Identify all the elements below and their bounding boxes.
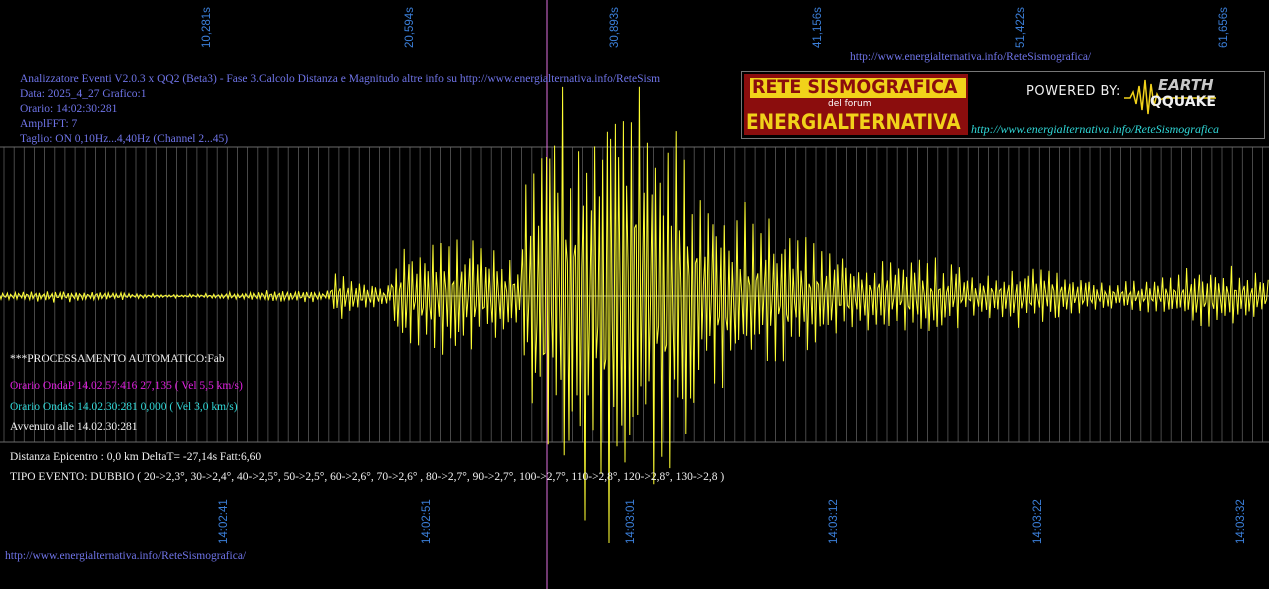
logo-brand-top: EARTH xyxy=(1158,76,1214,94)
header-time: Orario: 14:02:30:281 xyxy=(20,103,118,115)
seconds-tick-label: 51,422s xyxy=(1015,7,1027,48)
seconds-tick-label: 10,281s xyxy=(201,7,213,48)
header-filter: Taglio: ON 0,10Hz...4,40Hz (Channel 2...… xyxy=(20,133,229,145)
time-tick-label: 14:03:01 xyxy=(625,499,637,544)
rete-sismografica-logo: RETE SISMOGRAFICA del forum ENERGIALTERN… xyxy=(741,71,1265,139)
seconds-tick-label: 41,156s xyxy=(812,7,824,48)
p-wave-time: Orario OndaP 14.02.57:416 27,135 ( Vel 5… xyxy=(10,380,243,392)
seconds-tick-label: 20,594s xyxy=(404,7,416,48)
header-title: Analizzatore Eventi V2.0.3 x QQ2 (Beta3)… xyxy=(20,73,661,85)
time-tick-label: 14:03:12 xyxy=(828,499,840,544)
event-type: TIPO EVENTO: DUBBIO ( 20->2,3°, 30->2,4°… xyxy=(10,471,725,483)
time-tick-label: 14:03:32 xyxy=(1235,499,1247,544)
top-url-link[interactable]: http://www.energialternativa.info/ReteSi… xyxy=(850,51,1091,64)
bottom-url-link[interactable]: http://www.energialternativa.info/ReteSi… xyxy=(5,550,246,563)
processing-title: ***PROCESSAMENTO AUTOMATICO:Fab xyxy=(10,353,225,365)
logo-name: ENERGIALTERNATIVA xyxy=(746,110,961,134)
header-amplfft: AmplFFT: 7 xyxy=(20,118,78,130)
logo-powered-by: POWERED BY: xyxy=(1026,84,1121,99)
time-tick-label: 14:02:41 xyxy=(218,499,230,544)
s-wave-time: Orario OndaS 14.02.30:281 0,000 ( Vel 3,… xyxy=(10,401,238,413)
logo-url-link[interactable]: http://www.energialternativa.info/ReteSi… xyxy=(971,122,1219,137)
seconds-tick-label: 61,656s xyxy=(1218,7,1230,48)
logo-brand-bottom: QQUAKE xyxy=(1150,94,1216,110)
logo-subtitle: del forum xyxy=(828,99,872,109)
epicenter-distance: Distanza Epicentro : 0,0 km DeltaT= -27,… xyxy=(10,451,262,463)
seconds-tick-label: 30,893s xyxy=(609,7,621,48)
time-tick-label: 14:02:51 xyxy=(421,499,433,544)
event-occurred-time: Avvenuto alle 14.02.30:281 xyxy=(10,421,138,433)
header-date: Data: 2025_4_27 Grafico:1 xyxy=(20,88,147,100)
logo-title: RETE SISMOGRAFICA xyxy=(752,76,958,98)
time-tick-label: 14:03:22 xyxy=(1032,499,1044,544)
